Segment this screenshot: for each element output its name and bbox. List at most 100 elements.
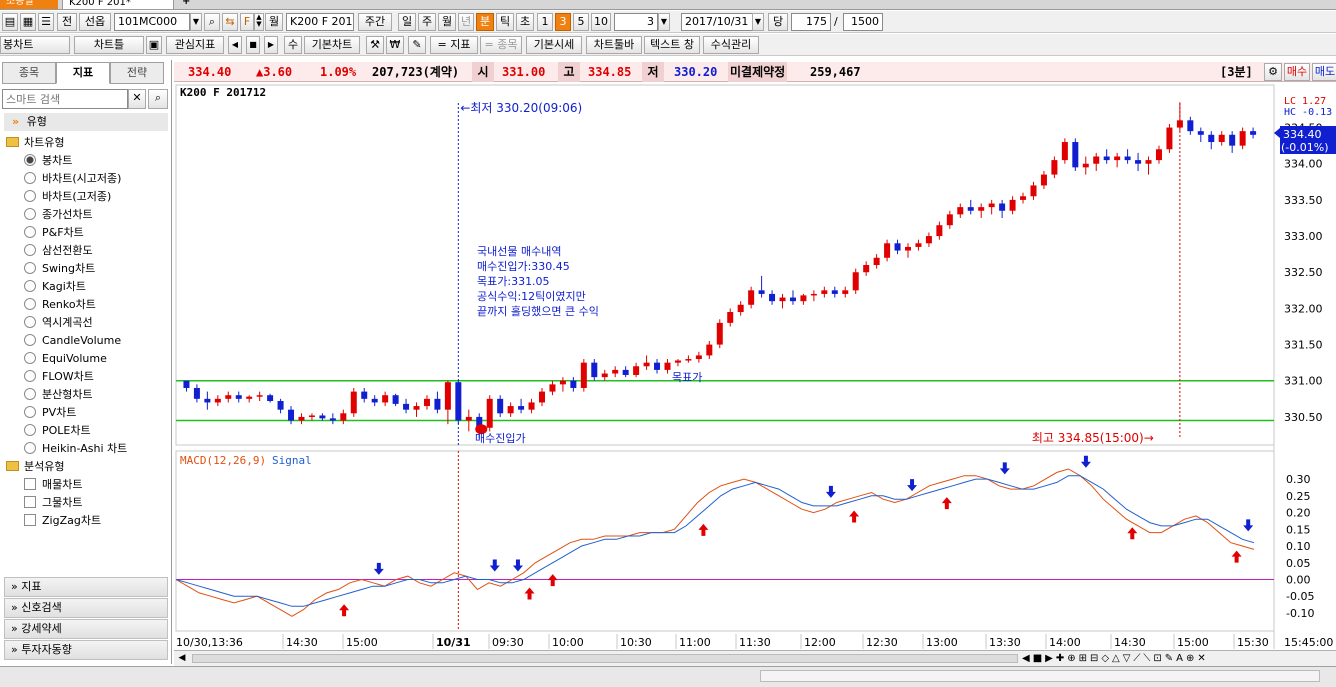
formula-manager-button[interactable]: 수식관리 <box>703 36 759 54</box>
chart-svg[interactable]: K200 F 201712 ←최저 330.20(09:06) 최고 334.85(… <box>174 83 1336 650</box>
formula-button[interactable]: 수 <box>284 36 302 54</box>
buy-button[interactable]: 매수 <box>1284 63 1310 81</box>
chart-tools-strip[interactable]: ◀■▶✚⊕⊞⊟◇△▽⟋⟍⊡✎A⊕✕ <box>1022 652 1322 665</box>
candle-body[interactable] <box>1030 185 1037 197</box>
candle-body[interactable] <box>1166 127 1173 150</box>
candle-body[interactable] <box>591 362 598 378</box>
basic-chart-button[interactable]: 기본차트 <box>304 36 360 54</box>
candle-body[interactable] <box>748 290 755 305</box>
candle-body[interactable] <box>685 359 692 361</box>
candle-body[interactable] <box>1072 142 1079 168</box>
candle-body[interactable] <box>1197 131 1204 135</box>
chart-type-option[interactable]: CandleVolume <box>24 332 121 350</box>
radio-icon[interactable] <box>24 406 36 418</box>
chart-type-option[interactable]: PV차트 <box>24 404 76 422</box>
candle-body[interactable] <box>654 362 661 370</box>
candle-body[interactable] <box>235 395 242 399</box>
candle-body[interactable] <box>1145 160 1152 164</box>
candle-body[interactable] <box>193 387 200 399</box>
sell-button[interactable]: 매도 <box>1312 63 1336 81</box>
candle-body[interactable] <box>789 297 796 302</box>
candle-body[interactable] <box>549 384 556 392</box>
section-signal-search[interactable]: » 신호검색 <box>4 598 168 618</box>
currency-icon[interactable]: ₩ <box>386 36 404 54</box>
candle-body[interactable] <box>214 398 221 403</box>
wrench-icon[interactable]: ✎ <box>408 36 426 54</box>
candle-body[interactable] <box>507 406 514 414</box>
chart-type-button[interactable]: 봉차트 <box>0 36 70 54</box>
radio-icon[interactable] <box>24 316 36 328</box>
month-button[interactable]: 월 <box>265 13 283 31</box>
save-icon[interactable]: ▣ <box>146 36 162 54</box>
interval-3-button[interactable]: 3 <box>555 13 571 31</box>
candle-body[interactable] <box>873 257 880 265</box>
candle-body[interactable] <box>256 395 263 397</box>
date-dropdown-icon[interactable]: ▼ <box>752 13 764 31</box>
chart-type-option[interactable]: FLOW차트 <box>24 368 94 386</box>
chart-type-option[interactable]: P&F차트 <box>24 224 84 242</box>
display-count-field[interactable]: 175 <box>791 13 831 31</box>
candle-body[interactable] <box>999 203 1006 211</box>
radio-icon[interactable] <box>24 262 36 274</box>
code-dropdown-icon[interactable]: ▼ <box>190 13 202 31</box>
window-tab-main[interactable]: 조용필 <box>0 0 58 9</box>
candle-body[interactable] <box>518 406 525 410</box>
candle-body[interactable] <box>612 369 619 374</box>
candle-body[interactable] <box>1239 131 1246 146</box>
candle-body[interactable] <box>403 403 410 410</box>
radio-icon[interactable] <box>24 370 36 382</box>
candle-body[interactable] <box>1208 134 1215 143</box>
candle-body[interactable] <box>1250 131 1257 135</box>
search-icon[interactable]: ⌕ <box>148 89 168 109</box>
clear-icon[interactable]: ✕ <box>128 89 146 109</box>
candle-body[interactable] <box>319 415 326 419</box>
candle-body[interactable] <box>1124 156 1131 161</box>
section-investor-trend[interactable]: » 투자자동향 <box>4 640 168 660</box>
select-type-button[interactable]: 선옵 <box>79 13 111 31</box>
candle-body[interactable] <box>800 295 807 302</box>
candle-body[interactable] <box>957 207 964 215</box>
candle-body[interactable] <box>1082 163 1089 168</box>
interval-10-button[interactable]: 10 <box>591 13 611 31</box>
search-icon[interactable]: ⌕ <box>204 13 220 31</box>
candle-body[interactable] <box>288 409 295 421</box>
candle-body[interactable] <box>852 272 859 291</box>
candle-body[interactable] <box>915 243 922 247</box>
checkbox-icon[interactable] <box>24 478 36 490</box>
candle-body[interactable] <box>298 416 305 421</box>
period-month-button[interactable]: 월 <box>438 13 456 31</box>
candle-body[interactable] <box>444 382 451 410</box>
candle-body[interactable] <box>1040 174 1047 186</box>
candle-body[interactable] <box>497 398 504 414</box>
tab-strategies[interactable]: 전략 <box>110 62 164 84</box>
candle-body[interactable] <box>225 395 232 399</box>
candle-body[interactable] <box>361 391 368 399</box>
chart-type-option[interactable]: EquiVolume <box>24 350 107 368</box>
candle-body[interactable] <box>716 322 723 345</box>
candle-body[interactable] <box>978 207 985 211</box>
candle-body[interactable] <box>967 207 974 211</box>
interval-dropdown-icon[interactable]: ▼ <box>658 13 670 31</box>
chart-type-option[interactable]: 분산형차트 <box>24 386 93 404</box>
candle-body[interactable] <box>434 398 441 410</box>
add-tab-icon[interactable]: + <box>176 0 196 9</box>
candle-body[interactable] <box>1229 134 1236 146</box>
candle-body[interactable] <box>1155 149 1162 161</box>
candle-body[interactable] <box>769 293 776 302</box>
total-count-field[interactable]: 1500 <box>843 13 883 31</box>
indicator-button[interactable]: = 지표 <box>430 36 478 54</box>
chart-area[interactable]: K200 F 201712 ←최저 330.20(09:06) 최고 334.85(… <box>174 83 1336 665</box>
candle-body[interactable] <box>664 362 671 370</box>
radio-icon[interactable] <box>24 388 36 400</box>
period-second-button[interactable]: 초 <box>516 13 534 31</box>
candle-body[interactable] <box>758 290 765 294</box>
candle-body[interactable] <box>779 297 786 302</box>
candle-body[interactable] <box>267 395 274 401</box>
candle-body[interactable] <box>633 366 640 375</box>
candle-body[interactable] <box>831 290 838 294</box>
tools-icon[interactable]: ⚒ <box>366 36 384 54</box>
candle-body[interactable] <box>329 418 336 421</box>
candle-body[interactable] <box>695 355 702 360</box>
candle-body[interactable] <box>539 391 545 403</box>
scroll-left-icon[interactable]: ◀ <box>176 652 188 665</box>
